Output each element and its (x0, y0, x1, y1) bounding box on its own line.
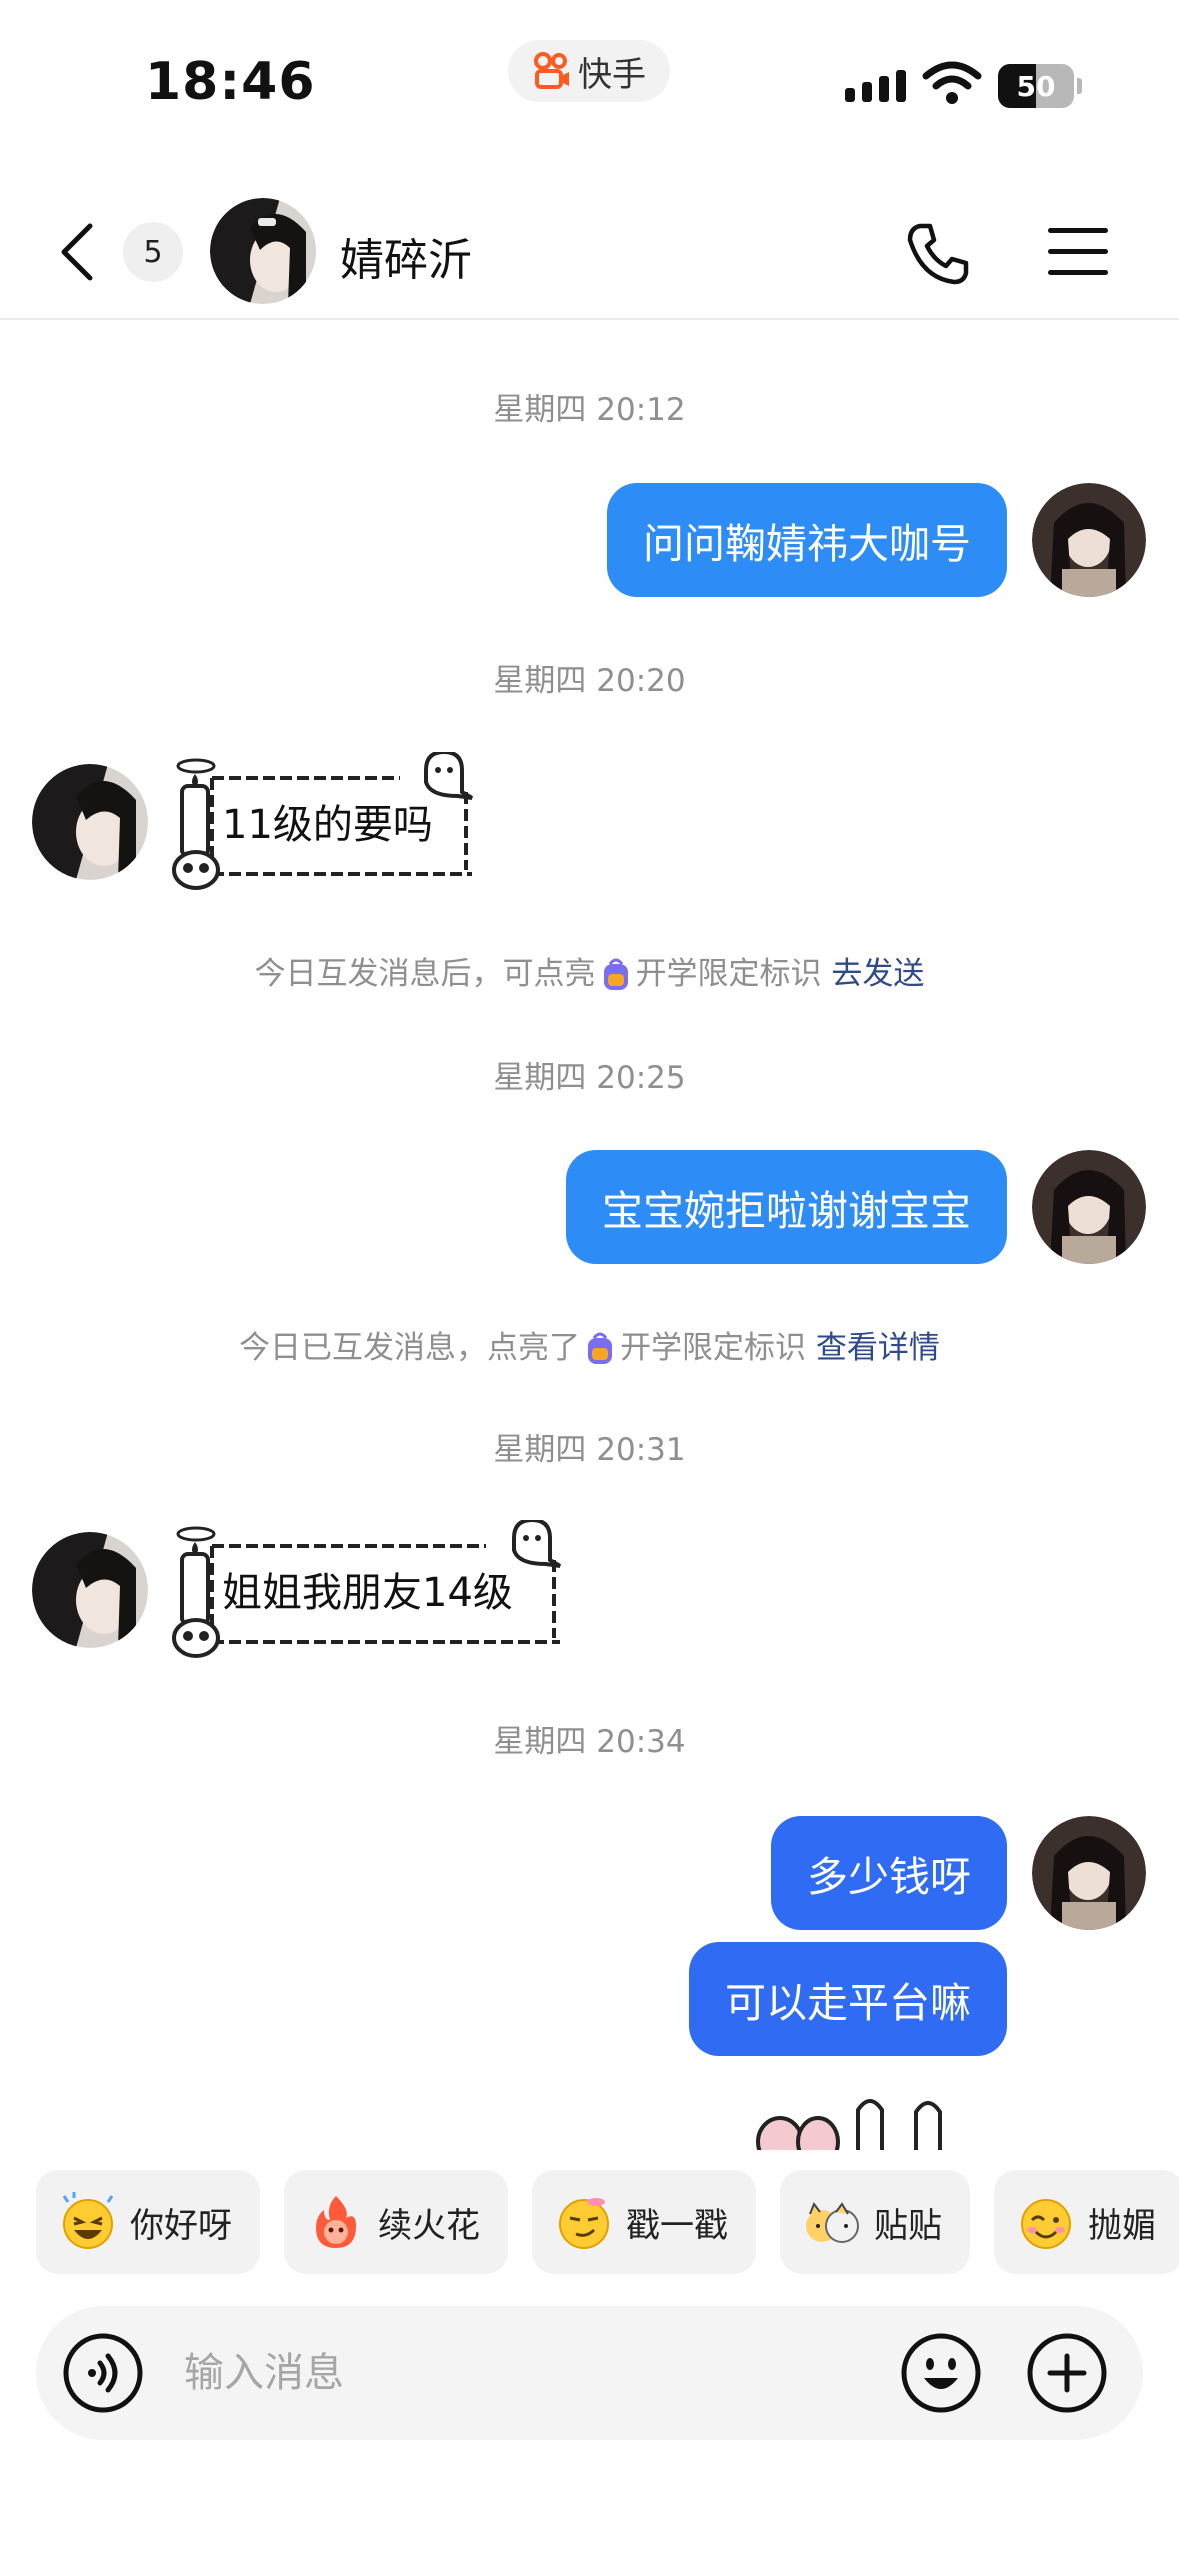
quick-reply-label: 你好呀 (130, 2205, 232, 2246)
quick-reply-label: 续火花 (378, 2205, 480, 2246)
fire-emoji-icon (316, 2196, 356, 2248)
system-notice-text: 开学限定标识 (620, 1330, 807, 1366)
battery-tip (1077, 78, 1082, 94)
system-notice: 今日已互发消息，点亮了 开学限定标识 查看详情 (0, 1322, 1179, 1367)
view-details-link[interactable]: 查看详情 (816, 1330, 940, 1366)
my-avatar[interactable] (1032, 1150, 1146, 1264)
incoming-message[interactable]: 姐姐我朋友14级 (222, 1560, 513, 1618)
cats-hug-icon (806, 2201, 859, 2243)
outgoing-message[interactable]: 宝宝婉拒啦谢谢宝宝 (566, 1150, 1007, 1264)
outgoing-message[interactable]: 问问鞠婧祎大咖号 (607, 483, 1007, 597)
quick-reply-bar: 你好呀 续火花 戳一戳 贴贴 抛媚 (36, 2170, 1179, 2274)
message-input[interactable] (184, 2336, 904, 2410)
unread-count-badge[interactable]: 5 (123, 222, 183, 282)
quick-reply-label: 抛媚 (1088, 2205, 1156, 2246)
contact-name[interactable]: 婧碎沂 (340, 224, 472, 288)
outgoing-message[interactable]: 可以走平台嘛 (689, 1942, 1007, 2056)
quick-reply-label: 戳一戳 (626, 2205, 728, 2246)
emoji-icon[interactable] (900, 2332, 982, 2414)
battery-percent: 50 (1016, 69, 1056, 103)
message-timestamp: 星期四 20:12 (493, 392, 686, 428)
chevron-left-icon[interactable] (54, 220, 102, 284)
contact-message-avatar[interactable] (32, 764, 148, 880)
system-notice-text: 今日互发消息后，可点亮 (254, 956, 596, 992)
skull-candle-sticker-frame: 姐姐我朋友14级 (168, 1517, 588, 1660)
system-notice: 今日互发消息后，可点亮 开学限定标识 去发送 (0, 948, 1179, 993)
quick-reply-chip[interactable]: 戳一戳 (532, 2170, 756, 2274)
backpack-badge-icon (603, 958, 628, 990)
quick-reply-chip[interactable]: 抛媚 (994, 2170, 1179, 2274)
smirk-emoji-icon (559, 2198, 609, 2249)
partial-sticker-image (756, 2099, 942, 2150)
kuaishou-logo-icon (534, 52, 569, 89)
quick-reply-chip[interactable]: 你好呀 (36, 2170, 260, 2274)
incoming-message[interactable]: 11级的要吗 (222, 792, 433, 850)
app-name: 快手 (578, 54, 646, 95)
quick-reply-chip[interactable]: 续火花 (284, 2170, 508, 2274)
voice-icon[interactable] (62, 2332, 144, 2414)
status-time: 18:46 (145, 52, 316, 112)
phone-icon[interactable] (904, 220, 972, 288)
app-indicator-pill[interactable]: 快手 (508, 40, 670, 102)
message-timestamp: 星期四 20:31 (493, 1432, 686, 1468)
system-notice-text: 今日已互发消息，点亮了 (239, 1330, 581, 1366)
go-send-link[interactable]: 去发送 (831, 956, 924, 992)
message-timestamp: 星期四 20:34 (493, 1724, 686, 1760)
my-avatar[interactable] (1032, 1816, 1146, 1930)
plus-icon[interactable] (1026, 2332, 1108, 2414)
chat-header: 5 婧碎沂 (0, 180, 1179, 320)
battery-indicator: 50 (998, 64, 1074, 108)
backpack-badge-icon (588, 1332, 613, 1364)
message-timestamp: 星期四 20:20 (493, 663, 686, 699)
quick-reply-chip[interactable]: 贴贴 (780, 2170, 970, 2274)
laughing-emoji-icon (62, 2192, 114, 2249)
system-notice-text: 开学限定标识 (635, 956, 822, 992)
contact-message-avatar[interactable] (32, 1532, 148, 1648)
skull-candle-sticker-frame: 11级的要吗 (168, 749, 500, 892)
my-avatar[interactable] (1032, 483, 1146, 597)
contact-avatar[interactable] (210, 198, 316, 304)
menu-icon[interactable] (1046, 224, 1110, 280)
wink-emoji-icon (1021, 2199, 1071, 2249)
message-composer (36, 2306, 1143, 2440)
wifi-icon (922, 61, 982, 104)
quick-reply-label: 贴贴 (874, 2205, 942, 2246)
cellular-signal-icon (845, 70, 906, 102)
message-timestamp: 星期四 20:25 (493, 1060, 686, 1096)
outgoing-message[interactable]: 多少钱呀 (771, 1816, 1007, 1930)
